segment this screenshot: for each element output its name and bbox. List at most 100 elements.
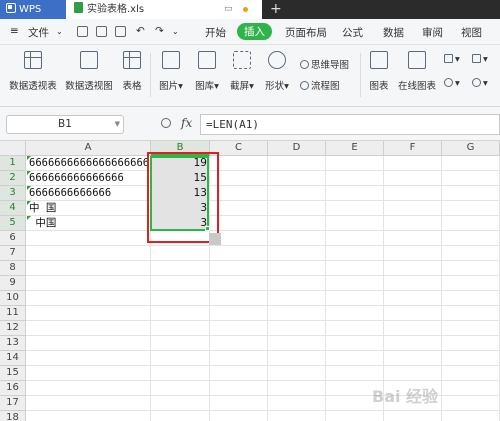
menu-data[interactable]: 数据 bbox=[383, 25, 404, 40]
column-header-d[interactable]: D bbox=[268, 141, 326, 156]
row-header-7[interactable]: 7 bbox=[0, 246, 26, 261]
redo-icon[interactable]: ↷ bbox=[155, 25, 164, 37]
wps-logo-icon bbox=[6, 3, 16, 13]
watermark: Bai 经验 bbox=[372, 387, 439, 406]
zoom-icon[interactable] bbox=[161, 118, 171, 128]
grid-line bbox=[26, 245, 500, 246]
column-header-e[interactable]: E bbox=[326, 141, 384, 156]
picture-label: 图片▾ bbox=[159, 81, 183, 92]
chart-label: 图表 bbox=[369, 81, 389, 92]
formula-input[interactable]: =LEN(A1) bbox=[200, 114, 500, 135]
print-icon[interactable] bbox=[96, 26, 107, 37]
menu-page-layout[interactable]: 页面布局 bbox=[285, 25, 327, 40]
row-header-6[interactable]: 6 bbox=[0, 231, 26, 246]
table-button[interactable]: 表格 bbox=[120, 51, 144, 92]
grid-line bbox=[26, 290, 500, 291]
row-header-2[interactable]: 2 bbox=[0, 171, 26, 186]
row-header-14[interactable]: 14 bbox=[0, 351, 26, 366]
shapes-button[interactable]: 形状▾ bbox=[262, 51, 292, 92]
print-preview-icon[interactable] bbox=[115, 26, 126, 37]
pivot-chart-button[interactable]: 数据透视图 bbox=[62, 51, 116, 92]
undo-icon[interactable]: ↶ bbox=[136, 25, 145, 37]
cell-a1[interactable]: 6666666666666666666 bbox=[27, 156, 150, 171]
row-header-1[interactable]: 1 bbox=[0, 156, 26, 171]
more-chevron-icon[interactable]: ⌄ bbox=[172, 27, 179, 36]
spreadsheet-icon bbox=[74, 2, 83, 13]
row-header-4[interactable]: 4 bbox=[0, 201, 26, 216]
menu-insert[interactable]: 插入 bbox=[237, 23, 272, 40]
flowchart-icon bbox=[300, 81, 309, 90]
grid-line bbox=[441, 156, 442, 421]
save-icon[interactable] bbox=[77, 26, 88, 37]
text-number-indicator-icon bbox=[27, 186, 31, 190]
row-header-11[interactable]: 11 bbox=[0, 306, 26, 321]
row-header-10[interactable]: 10 bbox=[0, 291, 26, 306]
flowchart-button[interactable]: 流程图 bbox=[300, 78, 340, 92]
row-header-8[interactable]: 8 bbox=[0, 261, 26, 276]
chevron-down-icon[interactable]: ⌄ bbox=[56, 27, 63, 36]
screenshot-button[interactable]: 截屏▾ bbox=[227, 51, 257, 92]
quick-analysis-icon[interactable] bbox=[209, 233, 221, 245]
pivot-table-label: 数据透视表 bbox=[9, 81, 57, 92]
column-chart-dropdown[interactable]: ▾ bbox=[444, 54, 460, 65]
unsaved-indicator-icon bbox=[243, 7, 248, 12]
row-header-3[interactable]: 3 bbox=[0, 186, 26, 201]
select-all-corner[interactable] bbox=[0, 141, 26, 156]
grid-line bbox=[26, 410, 500, 411]
online-chart-label: 在线图表 bbox=[397, 81, 436, 92]
row-header-13[interactable]: 13 bbox=[0, 336, 26, 351]
cell-a4[interactable]: 中 国 bbox=[27, 201, 150, 216]
menu-formulas[interactable]: 公式 bbox=[342, 25, 363, 40]
menu-home[interactable]: 开始 bbox=[205, 25, 226, 40]
formula-bar: B1 ▼ fx =LEN(A1) bbox=[0, 107, 500, 141]
gallery-icon bbox=[198, 51, 216, 69]
cell-a2[interactable]: 666666666666666 bbox=[27, 171, 150, 186]
row-header-17[interactable]: 17 bbox=[0, 396, 26, 411]
ribbon-insert: 数据透视表 数据透视图 表格 图片▾ 图库▾ 截屏▾ 形状▾ 思维导图 流程图 … bbox=[0, 45, 500, 107]
document-tab[interactable]: 实验表格.xls ▭ bbox=[66, 0, 262, 19]
gallery-button[interactable]: 图库▾ bbox=[192, 51, 222, 92]
column-header-g[interactable]: G bbox=[442, 141, 500, 156]
row-header-15[interactable]: 15 bbox=[0, 366, 26, 381]
pivot-table-button[interactable]: 数据透视表 bbox=[8, 51, 58, 92]
highlight-annotation bbox=[147, 152, 219, 243]
grid-line bbox=[325, 156, 326, 421]
new-tab-button[interactable]: + bbox=[270, 0, 282, 18]
row-header-16[interactable]: 16 bbox=[0, 381, 26, 396]
picture-button[interactable]: 图片▾ bbox=[157, 51, 185, 92]
file-menu[interactable]: 文件 bbox=[28, 25, 49, 40]
hamburger-icon[interactable]: ≡ bbox=[10, 25, 19, 37]
chevron-down-icon[interactable]: ▼ bbox=[115, 116, 120, 133]
function-fx-icon[interactable]: fx bbox=[181, 116, 192, 130]
menu-view[interactable]: 视图 bbox=[461, 25, 482, 40]
shapes-label: 形状▾ bbox=[265, 81, 289, 92]
column-header-f[interactable]: F bbox=[384, 141, 442, 156]
monitor-icon[interactable]: ▭ bbox=[224, 0, 233, 19]
wps-app-tab[interactable]: WPS bbox=[0, 0, 66, 19]
table-icon bbox=[123, 51, 141, 69]
cell-a3[interactable]: 6666666666666 bbox=[27, 186, 150, 201]
row-header-18[interactable]: 18 bbox=[0, 411, 26, 421]
text-number-indicator-icon bbox=[27, 201, 31, 205]
text-number-indicator-icon bbox=[27, 171, 31, 175]
grid-line bbox=[26, 365, 500, 366]
pivot-chart-label: 数据透视图 bbox=[65, 81, 113, 92]
pie-chart-dropdown[interactable]: ▾ bbox=[472, 78, 488, 89]
mind-map-button[interactable]: 思维导图 bbox=[300, 57, 349, 71]
grid-line bbox=[26, 350, 500, 351]
chart-button[interactable]: 图表 bbox=[366, 51, 392, 92]
menu-review[interactable]: 审阅 bbox=[422, 25, 443, 40]
row-header-12[interactable]: 12 bbox=[0, 321, 26, 336]
column-header-a[interactable]: A bbox=[26, 141, 151, 156]
gallery-label: 图库▾ bbox=[195, 81, 219, 92]
area-chart-dropdown[interactable]: ▾ bbox=[444, 78, 460, 89]
online-chart-button[interactable]: 在线图表 bbox=[397, 51, 437, 92]
document-name: 实验表格.xls bbox=[87, 4, 145, 15]
line-chart-dropdown[interactable]: ▾ bbox=[472, 54, 488, 65]
row-header-9[interactable]: 9 bbox=[0, 276, 26, 291]
cell-a5[interactable]: 中国 bbox=[27, 216, 150, 231]
worksheet-grid[interactable]: A B C D E F G 1 2 3 4 5 6 7 8 9 10 11 12… bbox=[0, 141, 500, 421]
name-box[interactable]: B1 ▼ bbox=[6, 115, 124, 134]
line-chart-icon bbox=[472, 54, 481, 63]
row-header-5[interactable]: 5 bbox=[0, 216, 26, 231]
